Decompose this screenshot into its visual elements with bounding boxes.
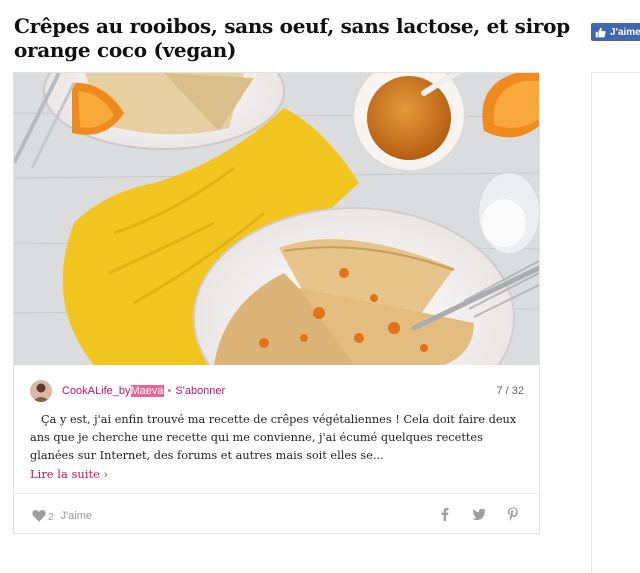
sidebar-panel [591,72,640,573]
facebook-like-label: J'aime [610,26,640,38]
facebook-icon[interactable] [438,507,452,521]
author-name-prefix: CookALife_by [62,385,131,397]
excerpt-text: Ça y est, j'ai enfin trouvé ma recette d… [30,413,517,462]
thumbs-up-icon [595,27,606,37]
slide-counter: 7 / 32 [496,385,524,397]
article-title: Crêpes au rooibos, sans oeuf, sans lacto… [14,14,570,62]
card-footer: 2 J'aime [14,493,539,534]
like-button[interactable]: 2 J'aime [32,508,92,523]
heart-icon [32,510,46,522]
read-more-link[interactable]: Lire la suite › [30,467,108,481]
twitter-icon[interactable] [472,507,486,521]
facebook-like-button[interactable]: J'aime [591,23,640,41]
author-name-highlight: Maeva [130,385,164,397]
pinterest-icon[interactable] [506,507,520,521]
like-count: 2 [48,512,54,523]
post-excerpt: Ça y est, j'ai enfin trouvé ma recette d… [30,411,530,484]
post-meta: CookALife_byMaeva • S'abonner 7 / 32 [30,380,524,402]
author-link[interactable]: CookALife_byMaeva [62,385,164,397]
meta-separator: • [167,385,172,397]
subscribe-link[interactable]: S'abonner [175,385,225,397]
article-card: CookALife_byMaeva • S'abonner 7 / 32 Ça … [13,72,540,534]
like-label: J'aime [60,509,93,522]
recipe-photo[interactable] [14,73,539,365]
author-avatar[interactable] [30,380,52,402]
